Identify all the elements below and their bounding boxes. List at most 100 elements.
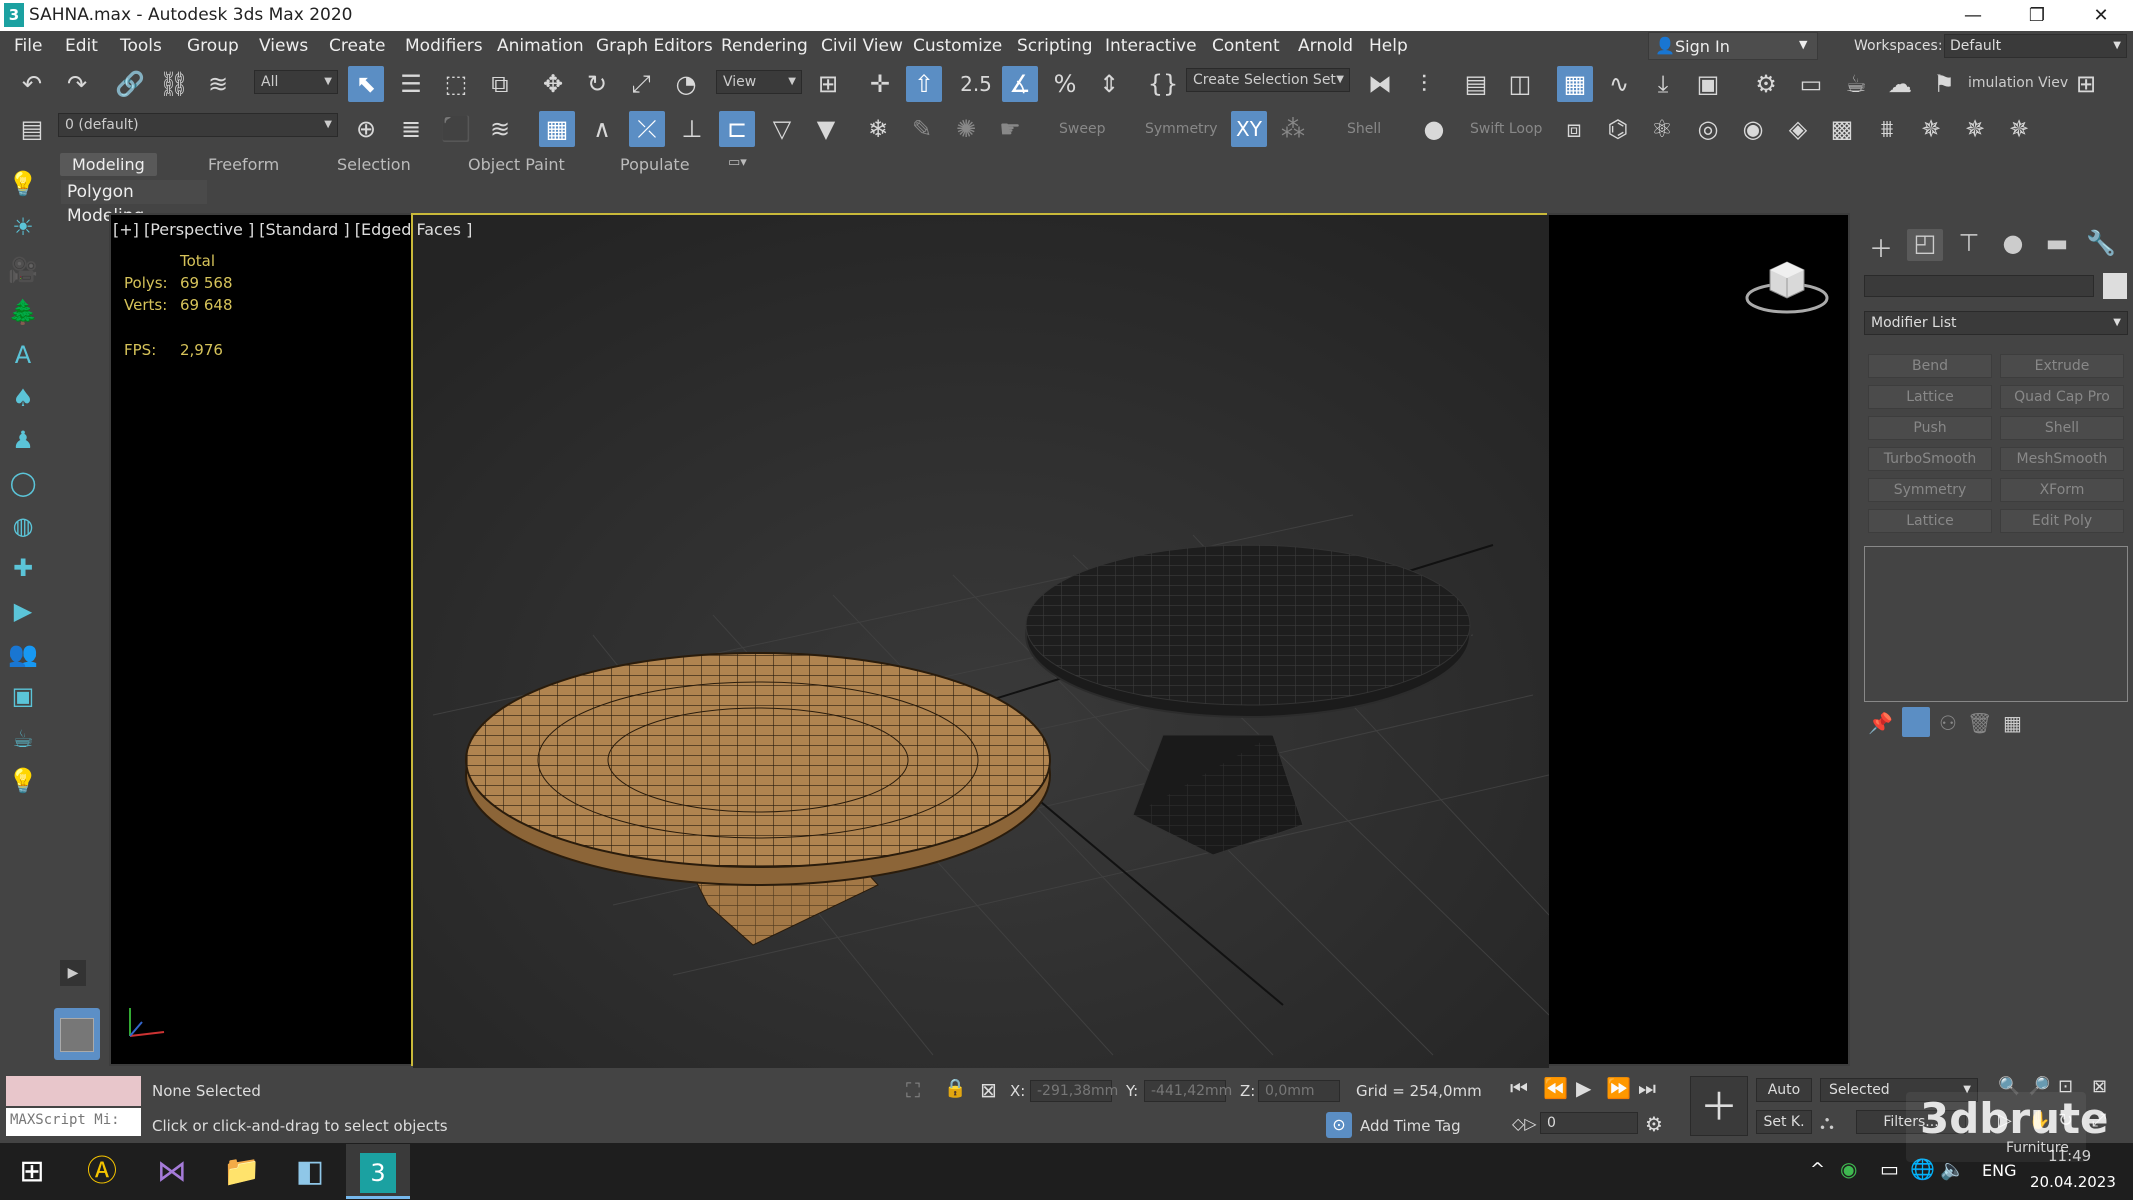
time-tag-icon[interactable]: ⊙ bbox=[1326, 1112, 1352, 1138]
sphere-icon[interactable]: ● bbox=[1416, 111, 1452, 147]
minimize-button[interactable]: — bbox=[1941, 0, 2005, 31]
object-name-input[interactable] bbox=[1864, 275, 2094, 297]
named-selection-select[interactable]: Create Selection Set bbox=[1186, 68, 1350, 92]
mirror-icon[interactable]: ⧓ bbox=[1362, 66, 1398, 102]
x-coordinate-input[interactable]: -291,38mm bbox=[1030, 1080, 1118, 1102]
team-icon[interactable]: 👥 bbox=[6, 637, 40, 671]
modifier-edit-poly-button[interactable]: Edit Poly bbox=[2000, 509, 2124, 533]
maximize-button[interactable]: ❐ bbox=[2005, 0, 2069, 31]
menu-arnold[interactable]: Arnold bbox=[1298, 36, 1353, 56]
clock-date[interactable]: 20.04.2023 bbox=[2030, 1173, 2116, 1191]
expand-arrow-icon[interactable]: ▶ bbox=[60, 960, 86, 986]
viewport-label[interactable]: [+] [Perspective ] [Standard ] [Edged Fa… bbox=[113, 220, 472, 239]
polygon-modeling-panel[interactable]: Polygon Modeling bbox=[61, 180, 207, 226]
motion-tab-icon[interactable]: ● bbox=[1995, 229, 2031, 261]
quickslice-icon[interactable]: ▽ bbox=[764, 111, 800, 147]
render-in-cloud-icon[interactable]: ☁ bbox=[1882, 66, 1918, 102]
relax-icon[interactable]: ❄ bbox=[860, 111, 896, 147]
menu-modifiers[interactable]: Modifiers bbox=[405, 36, 483, 56]
menu-create[interactable]: Create bbox=[329, 36, 386, 56]
set-key-icon[interactable]: ＋ bbox=[1690, 1076, 1748, 1136]
shell-label[interactable]: Shell bbox=[1347, 121, 1381, 137]
absolute-mode-icon[interactable]: ⊠ bbox=[980, 1078, 997, 1102]
globe-icon[interactable]: ◍ bbox=[6, 509, 40, 543]
modifier-xform-button[interactable]: XForm bbox=[2000, 478, 2124, 502]
make-unique-icon[interactable]: ⚇ bbox=[1939, 711, 1957, 735]
preserve-uvs-icon[interactable]: ⊏ bbox=[719, 111, 755, 147]
modifier-bend-button[interactable]: Bend bbox=[1868, 354, 1992, 378]
add-time-tag-button[interactable]: Add Time Tag bbox=[1360, 1117, 1461, 1135]
layers-panel-icon[interactable]: ▤ bbox=[14, 111, 50, 147]
paint-deform-icon[interactable]: ✎ bbox=[904, 111, 940, 147]
file-explorer-icon[interactable]: 📁 bbox=[210, 1144, 274, 1199]
utilities-tab-icon[interactable]: 🔧 bbox=[2083, 229, 2119, 261]
menu-content[interactable]: Content bbox=[1212, 36, 1280, 56]
tab-modeling[interactable]: Modeling bbox=[60, 153, 157, 176]
undo-icon[interactable]: ↶ bbox=[14, 66, 50, 102]
snaps-toggle-icon[interactable]: 2.5 bbox=[958, 66, 994, 102]
material-editor-icon[interactable]: ▣ bbox=[1690, 66, 1726, 102]
percent-snap-icon[interactable]: % bbox=[1047, 66, 1083, 102]
curve-editor-icon[interactable]: ∿ bbox=[1601, 66, 1637, 102]
tab-populate[interactable]: Populate bbox=[620, 155, 690, 174]
sign-in-button[interactable]: 👤 Sign In ▼ bbox=[1648, 32, 1818, 60]
add-to-layer-icon[interactable]: ≣ bbox=[393, 111, 429, 147]
geo-sphere-icon[interactable]: ◉ bbox=[1735, 111, 1771, 147]
window-crossing-icon[interactable]: ⧉ bbox=[482, 66, 518, 102]
cut-icon[interactable]: ▼ bbox=[808, 111, 844, 147]
teapot-icon[interactable]: ☕ bbox=[6, 722, 40, 756]
scene-explorer-icon[interactable]: ▤ bbox=[1458, 66, 1494, 102]
edit-named-selection-icon[interactable]: {} bbox=[1145, 66, 1181, 102]
selection-filter-select[interactable]: All bbox=[254, 70, 338, 94]
hierarchy-tab-icon[interactable]: ⊤ bbox=[1951, 229, 1987, 261]
simulation-view-label[interactable]: imulation Viev bbox=[1968, 75, 2068, 91]
go-to-start-icon[interactable]: ⏮ bbox=[1510, 1076, 1528, 1100]
tray-app-icon[interactable]: ◉ bbox=[1840, 1157, 1857, 1181]
menu-interactive[interactable]: Interactive bbox=[1105, 36, 1197, 56]
viewcube-icon[interactable] bbox=[1744, 248, 1830, 318]
menu-graph-editors[interactable]: Graph Editors bbox=[596, 36, 713, 56]
pivot-center-icon[interactable]: ⊞ bbox=[810, 66, 846, 102]
checker-icon[interactable]: ▩ bbox=[1824, 111, 1860, 147]
create-tab-icon[interactable]: ＋ bbox=[1863, 229, 1899, 263]
render-production-icon[interactable]: ☕ bbox=[1838, 66, 1874, 102]
key-filters-icon[interactable]: ⛬ bbox=[1820, 1110, 1834, 1134]
tab-selection[interactable]: Selection bbox=[337, 155, 411, 174]
rect-selection-icon[interactable]: ⬚ bbox=[438, 66, 474, 102]
text-panel-icon[interactable]: A bbox=[6, 338, 40, 372]
layer-select[interactable]: 0 (default) bbox=[58, 113, 338, 137]
set-key-button[interactable]: Set K. bbox=[1756, 1110, 1812, 1134]
render-setup-icon[interactable]: ⚙ bbox=[1748, 66, 1784, 102]
rendered-frame-icon[interactable]: ▭ bbox=[1793, 66, 1829, 102]
time-config-icon[interactable]: ⚙ bbox=[1645, 1112, 1663, 1136]
place-icon[interactable]: ◔ bbox=[668, 66, 704, 102]
redo-icon[interactable]: ↷ bbox=[59, 66, 95, 102]
menu-help[interactable]: Help bbox=[1369, 36, 1408, 56]
autocad-app-icon[interactable]: Ⓐ bbox=[70, 1144, 134, 1199]
configure-modifier-icon[interactable]: ▦ bbox=[2003, 711, 2022, 735]
tab-object-paint[interactable]: Object Paint bbox=[468, 155, 565, 174]
language-indicator[interactable]: ENG bbox=[1982, 1161, 2016, 1180]
constraint-edge-icon[interactable]: ∧ bbox=[584, 111, 620, 147]
3dsmax-taskbar-icon[interactable]: 3 bbox=[346, 1144, 410, 1199]
torus-icon[interactable]: ◎ bbox=[1690, 111, 1726, 147]
constraint-normal-icon[interactable]: ⊥ bbox=[674, 111, 710, 147]
tab-freeform[interactable]: Freeform bbox=[208, 155, 279, 174]
sweep-label[interactable]: Sweep bbox=[1059, 121, 1105, 137]
move-icon[interactable]: ✥ bbox=[535, 66, 571, 102]
film-icon[interactable]: ▶ bbox=[6, 594, 40, 628]
menu-group[interactable]: Group bbox=[187, 36, 239, 56]
ring-icon[interactable]: ◯ bbox=[6, 466, 40, 500]
bind-space-warp-icon[interactable]: ≋ bbox=[200, 66, 236, 102]
symmetry-xy-icon[interactable]: XY bbox=[1231, 111, 1267, 147]
mirror-geometry-icon[interactable]: ⁂ bbox=[1275, 111, 1311, 147]
schematic-view-icon[interactable]: ⤓ bbox=[1645, 66, 1681, 102]
menu-file[interactable]: File bbox=[14, 36, 42, 56]
scale-icon[interactable]: ⤢ bbox=[623, 66, 659, 102]
camera-icon[interactable]: 🎥 bbox=[6, 253, 40, 287]
ribbon-options-icon[interactable]: ▭▾ bbox=[728, 155, 747, 170]
window-icon[interactable]: ▣ bbox=[6, 679, 40, 713]
modifier-quad-cap-pro-button[interactable]: Quad Cap Pro bbox=[2000, 385, 2124, 409]
toggle-ribbon-icon[interactable]: ▦ bbox=[1557, 66, 1593, 102]
viewport-layout-icon[interactable] bbox=[54, 1008, 100, 1060]
